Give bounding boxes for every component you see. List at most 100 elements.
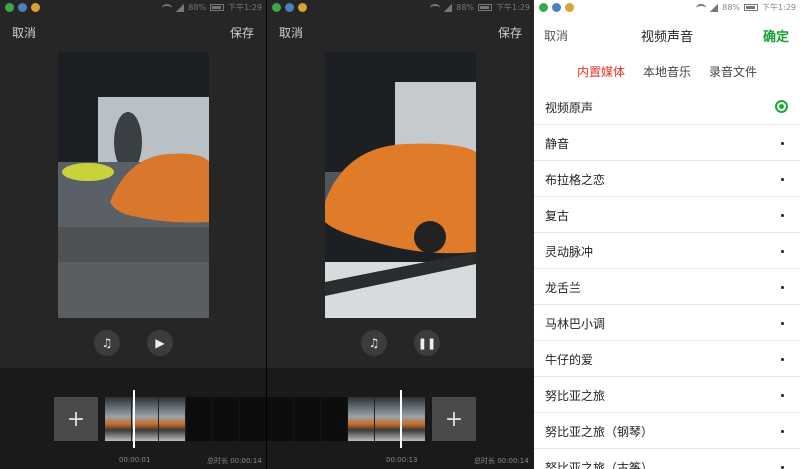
music-note-icon: ♫ xyxy=(368,336,380,350)
unselected-dot-icon xyxy=(781,286,784,289)
unselected-dot-icon xyxy=(781,430,784,433)
playhead[interactable] xyxy=(133,390,135,448)
clip-thumbnail xyxy=(348,397,375,441)
sound-list: 视频原声 静音 布拉格之恋 复古 灵动脉冲 龙舌兰 马林巴小调 牛仔的爱 努比亚… xyxy=(534,89,800,469)
clip-thumbnail xyxy=(186,397,213,441)
signal-icon xyxy=(176,3,185,12)
battery-percent: 88% xyxy=(188,3,207,12)
list-item[interactable]: 努比亚之旅（钢琴） xyxy=(534,413,800,449)
app-icon xyxy=(552,3,561,12)
page-title: 视频声音 xyxy=(640,30,693,45)
total-duration: 总时长 00:00:14 xyxy=(207,457,262,465)
list-item[interactable]: 静音 xyxy=(534,125,800,161)
list-item-label: 静音 xyxy=(545,137,570,151)
clock: 下午1:29 xyxy=(762,3,796,12)
clip-strip[interactable] xyxy=(105,397,266,441)
app-icon xyxy=(565,3,574,12)
clip-thumbnail xyxy=(213,397,240,441)
clock: 下午1:29 xyxy=(496,3,530,12)
save-button[interactable]: 保存 xyxy=(230,26,254,40)
phone-icon xyxy=(5,3,14,12)
video-preview[interactable] xyxy=(325,52,476,318)
play-icon: ▶ xyxy=(155,336,165,350)
list-item[interactable]: 努比亚之旅（古筝） xyxy=(534,449,800,469)
pause-button[interactable]: ❚❚ xyxy=(414,330,440,356)
play-button[interactable]: ▶ xyxy=(147,330,173,356)
wifi-icon xyxy=(162,3,173,12)
clip-thumbnail xyxy=(294,397,321,441)
unselected-dot-icon xyxy=(781,142,784,145)
signal-icon xyxy=(444,3,453,12)
wifi-icon xyxy=(696,3,707,12)
wifi-icon xyxy=(430,3,441,12)
list-item-label: 复古 xyxy=(545,209,570,223)
unselected-dot-icon xyxy=(781,394,784,397)
list-item[interactable]: 马林巴小调 xyxy=(534,305,800,341)
list-item[interactable]: 视频原声 xyxy=(534,89,800,125)
source-tabs: 内置媒体 本地音乐 录音文件 xyxy=(534,56,800,84)
list-item-label: 牛仔的爱 xyxy=(545,353,594,367)
battery-icon xyxy=(478,4,493,11)
unselected-dot-icon xyxy=(781,214,784,217)
list-item-label: 视频原声 xyxy=(545,101,594,115)
clip-thumbnail xyxy=(267,397,294,441)
clock: 下午1:29 xyxy=(228,3,262,12)
tab-builtin-media[interactable]: 内置媒体 xyxy=(577,56,625,84)
selected-radio-icon xyxy=(775,100,788,113)
music-button[interactable]: ♫ xyxy=(361,330,387,356)
editor-screen-1: 88% 下午1:29 取消 保存 ♫ ▶ + 00:00:01 总时长 00:0… xyxy=(0,0,266,469)
cancel-button[interactable]: 取消 xyxy=(12,26,36,40)
phone-icon xyxy=(539,3,548,12)
unselected-dot-icon xyxy=(781,322,784,325)
status-bar: 88% 下午1:29 xyxy=(534,0,800,16)
plus-icon: + xyxy=(444,406,464,432)
add-clip-button[interactable]: + xyxy=(54,397,98,441)
battery-percent: 88% xyxy=(456,3,475,12)
clip-thumbnail xyxy=(321,397,348,441)
battery-icon xyxy=(744,4,759,11)
list-item[interactable]: 复古 xyxy=(534,197,800,233)
video-sound-screen: 88% 下午1:29 取消 视频声音 确定 内置媒体 本地音乐 录音文件 视频原… xyxy=(534,0,800,469)
video-frame-image xyxy=(58,52,209,318)
header: 取消 视频声音 确定 xyxy=(534,16,800,52)
app-icon xyxy=(31,3,40,12)
tab-recordings[interactable]: 录音文件 xyxy=(709,56,757,84)
music-button[interactable]: ♫ xyxy=(94,330,120,356)
current-time: 00:00:01 xyxy=(119,456,151,464)
clip-thumbnail xyxy=(159,397,186,441)
list-item-label: 努比亚之旅（古筝） xyxy=(545,461,654,469)
save-button[interactable]: 保存 xyxy=(498,26,522,40)
status-bar: 88% 下午1:29 xyxy=(0,0,266,16)
list-item[interactable]: 布拉格之恋 xyxy=(534,161,800,197)
pause-icon: ❚❚ xyxy=(417,336,437,350)
list-item[interactable]: 龙舌兰 xyxy=(534,269,800,305)
list-item[interactable]: 灵动脉冲 xyxy=(534,233,800,269)
add-clip-button[interactable]: + xyxy=(432,397,476,441)
cancel-button[interactable]: 取消 xyxy=(279,26,303,40)
music-note-icon: ♫ xyxy=(101,336,113,350)
list-item-label: 龙舌兰 xyxy=(545,281,582,295)
unselected-dot-icon xyxy=(781,178,784,181)
status-bar: 88% 下午1:29 xyxy=(267,0,534,16)
list-item-label: 努比亚之旅 xyxy=(545,389,606,403)
total-duration: 总时长 00:00:14 xyxy=(474,457,529,465)
video-preview[interactable] xyxy=(58,52,209,318)
tab-local-music[interactable]: 本地音乐 xyxy=(643,56,691,84)
app-icon xyxy=(18,3,27,12)
clip-thumbnail xyxy=(402,397,425,441)
clip-thumbnail xyxy=(240,397,266,441)
confirm-button[interactable]: 确定 xyxy=(763,26,789,45)
clip-thumbnail xyxy=(105,397,132,441)
app-icon xyxy=(285,3,294,12)
app-icon xyxy=(298,3,307,12)
plus-icon: + xyxy=(66,406,86,432)
list-item[interactable]: 牛仔的爱 xyxy=(534,341,800,377)
list-item[interactable]: 努比亚之旅 xyxy=(534,377,800,413)
phone-icon xyxy=(272,3,281,12)
editor-screen-2: 88% 下午1:29 取消 保存 ♫ ❚❚ + 00:00:13 总时长 00:… xyxy=(267,0,534,469)
battery-percent: 88% xyxy=(722,3,741,12)
list-item-label: 布拉格之恋 xyxy=(545,173,606,187)
clip-thumbnail xyxy=(375,397,402,441)
clip-thumbnail xyxy=(132,397,159,441)
playhead[interactable] xyxy=(400,390,402,448)
